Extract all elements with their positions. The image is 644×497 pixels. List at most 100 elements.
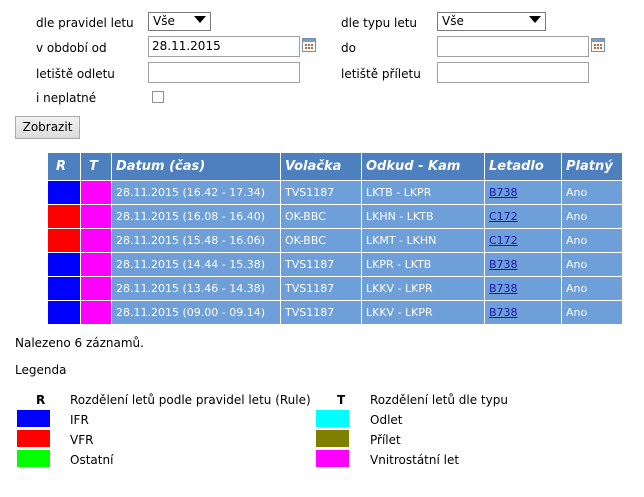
legend-swatch-ifr — [17, 410, 50, 427]
table-row: 28.11.2015 (16.08 - 16.40) OK-BBC LKHN - L… — [47, 204, 623, 229]
legend-swatch-domestic — [316, 450, 349, 467]
legend-label-arrival: Přílet — [370, 433, 401, 447]
cell-route: LKMT - LKHN — [361, 228, 485, 253]
include-invalid-label: i neplatné — [36, 91, 97, 105]
legend-swatch-other — [17, 450, 50, 467]
cell-date: 28.11.2015 (13.46 - 14.38) — [111, 276, 281, 301]
rule-filter-select[interactable]: Vše — [148, 12, 211, 31]
include-invalid-checkbox[interactable] — [152, 91, 164, 103]
cell-aircraft: B738 — [484, 180, 562, 205]
cell-route: LKTB - LKPR — [361, 180, 485, 205]
type-filter-value: Vše — [442, 14, 464, 28]
date-to-input[interactable] — [437, 36, 589, 57]
cell-route: LKPR - LKTB — [361, 252, 485, 277]
column-header-date: Datum (čas) — [111, 152, 281, 181]
cell-valid: Ano — [561, 180, 623, 205]
flights-table: R T Datum (čas) Volačka Odkud - Kam Leta… — [47, 152, 623, 325]
cell-aircraft: B738 — [484, 252, 562, 277]
table-row: 28.11.2015 (15.48 - 16.06) OK-BBC LKMT - L… — [47, 228, 623, 253]
aircraft-link[interactable]: B738 — [489, 306, 518, 319]
cell-route: LKKV - LKPR — [361, 276, 485, 301]
aircraft-link[interactable]: B738 — [489, 258, 518, 271]
cell-aircraft: B738 — [484, 300, 562, 325]
aircraft-link[interactable]: B738 — [489, 282, 518, 295]
column-header-route: Odkud - Kam — [361, 152, 485, 181]
cell-date: 28.11.2015 (15.48 - 16.06) — [111, 228, 281, 253]
table-header-row: R T Datum (čas) Volačka Odkud - Kam Leta… — [47, 152, 623, 181]
rule-filter-label: dle pravidel letu — [36, 16, 134, 30]
legend-type-description: Rozdělení letů dle typu — [370, 393, 508, 407]
legend-swatch-arrival — [316, 430, 349, 447]
aircraft-link[interactable]: C172 — [489, 210, 518, 223]
cell-date: 28.11.2015 (16.42 - 17.34) — [111, 180, 281, 205]
column-header-callsign: Volačka — [280, 152, 362, 181]
legend-rule-description: Rozdělení letů podle pravidel letu (Rule… — [70, 393, 311, 407]
arrival-airport-label: letiště příletu — [341, 67, 421, 81]
type-color-cell — [80, 228, 112, 253]
type-color-cell — [80, 252, 112, 277]
table-row: 28.11.2015 (13.46 - 14.38) TVS1187 LKKV - … — [47, 276, 623, 301]
rule-filter-value: Vše — [153, 14, 175, 28]
column-header-aircraft: Letadlo — [484, 152, 562, 181]
type-filter-label: dle typu letu — [341, 16, 418, 30]
type-color-cell — [80, 300, 112, 325]
cell-valid: Ano — [561, 276, 623, 301]
departure-airport-input[interactable] — [148, 62, 300, 83]
type-color-cell — [80, 180, 112, 205]
table-row: 28.11.2015 (14.44 - 15.38) TVS1187 LKPR - … — [47, 252, 623, 277]
cell-valid: Ano — [561, 228, 623, 253]
legend-label-other: Ostatní — [70, 453, 114, 467]
rule-color-cell — [47, 252, 81, 277]
date-to-label: do — [341, 41, 356, 55]
table-row: 28.11.2015 (16.42 - 17.34) TVS1187 LKTB - … — [47, 180, 623, 205]
cell-callsign: TVS1187 — [280, 300, 362, 325]
rule-color-cell — [47, 300, 81, 325]
cell-valid: Ano — [561, 252, 623, 277]
legend-title: Legenda — [15, 363, 67, 377]
calendar-icon[interactable] — [302, 38, 316, 52]
legend-swatch-departure — [316, 410, 349, 427]
cell-aircraft: C172 — [484, 204, 562, 229]
rule-color-cell — [47, 276, 81, 301]
legend-swatch-vfr — [17, 430, 50, 447]
cell-callsign: OK-BBC — [280, 228, 362, 253]
calendar-icon[interactable] — [591, 38, 605, 52]
cell-callsign: TVS1187 — [280, 252, 362, 277]
column-header-valid: Platný — [561, 152, 623, 181]
aircraft-link[interactable]: C172 — [489, 234, 518, 247]
arrival-airport-input[interactable] — [437, 62, 589, 83]
date-from-label: v období od — [36, 41, 107, 55]
cell-date: 28.11.2015 (14.44 - 15.38) — [111, 252, 281, 277]
legend-label-vfr: VFR — [70, 433, 94, 447]
cell-aircraft: B738 — [484, 276, 562, 301]
legend-label-departure: Odlet — [370, 413, 403, 427]
chevron-down-icon — [194, 16, 206, 23]
rule-color-cell — [47, 180, 81, 205]
show-button[interactable]: Zobrazit — [15, 116, 80, 139]
date-from-input[interactable]: 28.11.2015 — [148, 36, 300, 57]
cell-route: LKKV - LKPR — [361, 300, 485, 325]
column-header-t: T — [80, 152, 112, 181]
cell-callsign: TVS1187 — [280, 180, 362, 205]
cell-date: 28.11.2015 (16.08 - 16.40) — [111, 204, 281, 229]
legend-label-ifr: IFR — [70, 413, 89, 427]
legend-rule-key: R — [36, 393, 46, 407]
rule-color-cell — [47, 228, 81, 253]
table-row: 28.11.2015 (09.00 - 09.14) TVS1187 LKKV - … — [47, 300, 623, 325]
cell-callsign: TVS1187 — [280, 276, 362, 301]
cell-valid: Ano — [561, 300, 623, 325]
type-filter-select[interactable]: Vše — [437, 12, 546, 31]
type-color-cell — [80, 276, 112, 301]
cell-aircraft: C172 — [484, 228, 562, 253]
cell-route: LKHN - LKTB — [361, 204, 485, 229]
column-header-r: R — [47, 152, 81, 181]
legend-label-domestic: Vnitrostátní let — [370, 453, 460, 467]
rule-color-cell — [47, 204, 81, 229]
departure-airport-label: letiště odletu — [36, 67, 115, 81]
type-color-cell — [80, 204, 112, 229]
aircraft-link[interactable]: B738 — [489, 186, 518, 199]
legend-type-key: T — [337, 393, 346, 407]
cell-callsign: OK-BBC — [280, 204, 362, 229]
cell-date: 28.11.2015 (09.00 - 09.14) — [111, 300, 281, 325]
chevron-down-icon — [529, 16, 541, 23]
